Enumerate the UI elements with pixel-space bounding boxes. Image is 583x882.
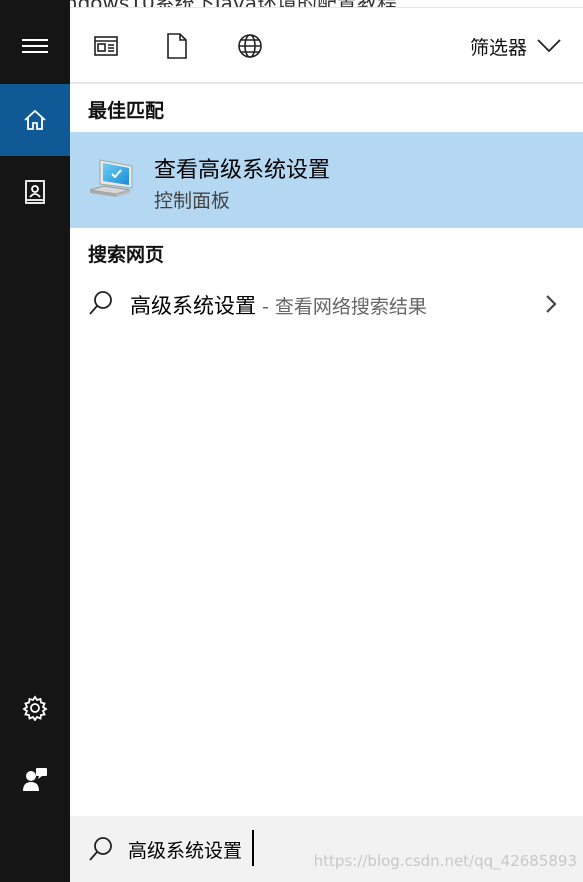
home-icon <box>24 109 46 130</box>
web-search-hint: 查看网络搜索结果 <box>274 296 427 318</box>
watermark: https://blog.csdn.net/qq_42685893 <box>313 852 577 870</box>
chevron-down-icon <box>537 39 561 53</box>
hamburger-menu-button[interactable] <box>0 8 70 84</box>
left-rail <box>0 0 70 882</box>
web-search-separator: - <box>262 296 269 318</box>
notebook-button[interactable] <box>0 156 70 228</box>
search-results-panel: 筛选器 最佳匹配 查看高级系统设置 控制面板 搜索网页 高级系统设置 - 查看网… <box>70 8 583 882</box>
background-window-title-strip: Windows10系统下Java环境的配置教程 <box>0 0 583 8</box>
search-box-icon <box>89 837 112 861</box>
web-search-text: 高级系统设置 - 查看网络搜索结果 <box>130 290 427 320</box>
search-icon <box>89 291 112 315</box>
globe-icon <box>238 34 262 58</box>
apps-icon <box>94 36 118 56</box>
web-search-result[interactable]: 高级系统设置 - 查看网络搜索结果 <box>70 278 583 334</box>
document-icon <box>167 33 187 59</box>
web-search-heading: 搜索网页 <box>88 244 165 266</box>
best-match-subtitle: 控制面板 <box>154 190 231 212</box>
feedback-button[interactable] <box>0 744 70 816</box>
web-filter-button[interactable] <box>236 32 264 60</box>
chevron-right-icon[interactable] <box>545 294 557 314</box>
settings-button[interactable] <box>0 672 70 744</box>
hamburger-icon <box>22 39 48 53</box>
documents-filter-button[interactable] <box>163 32 191 60</box>
background-window-title: Windows10系统下Java环境的配置教程 <box>40 0 397 7</box>
gear-icon <box>22 695 48 721</box>
home-button[interactable] <box>0 84 70 156</box>
best-match-result[interactable]: 查看高级系统设置 控制面板 <box>70 132 583 228</box>
apps-filter-button[interactable] <box>92 32 120 60</box>
search-box[interactable]: https://blog.csdn.net/qq_42685893 <box>70 816 583 882</box>
notebook-icon <box>25 180 45 204</box>
filter-dropdown[interactable]: 筛选器 <box>470 32 561 60</box>
best-match-heading: 最佳匹配 <box>88 100 165 122</box>
filter-toolbar: 筛选器 <box>70 8 583 84</box>
web-search-query: 高级系统设置 <box>130 294 256 318</box>
feedback-icon <box>23 768 47 791</box>
best-match-title: 查看高级系统设置 <box>154 158 331 183</box>
text-caret <box>252 830 254 866</box>
filter-label: 筛选器 <box>469 36 527 59</box>
computer-icon <box>89 159 133 197</box>
